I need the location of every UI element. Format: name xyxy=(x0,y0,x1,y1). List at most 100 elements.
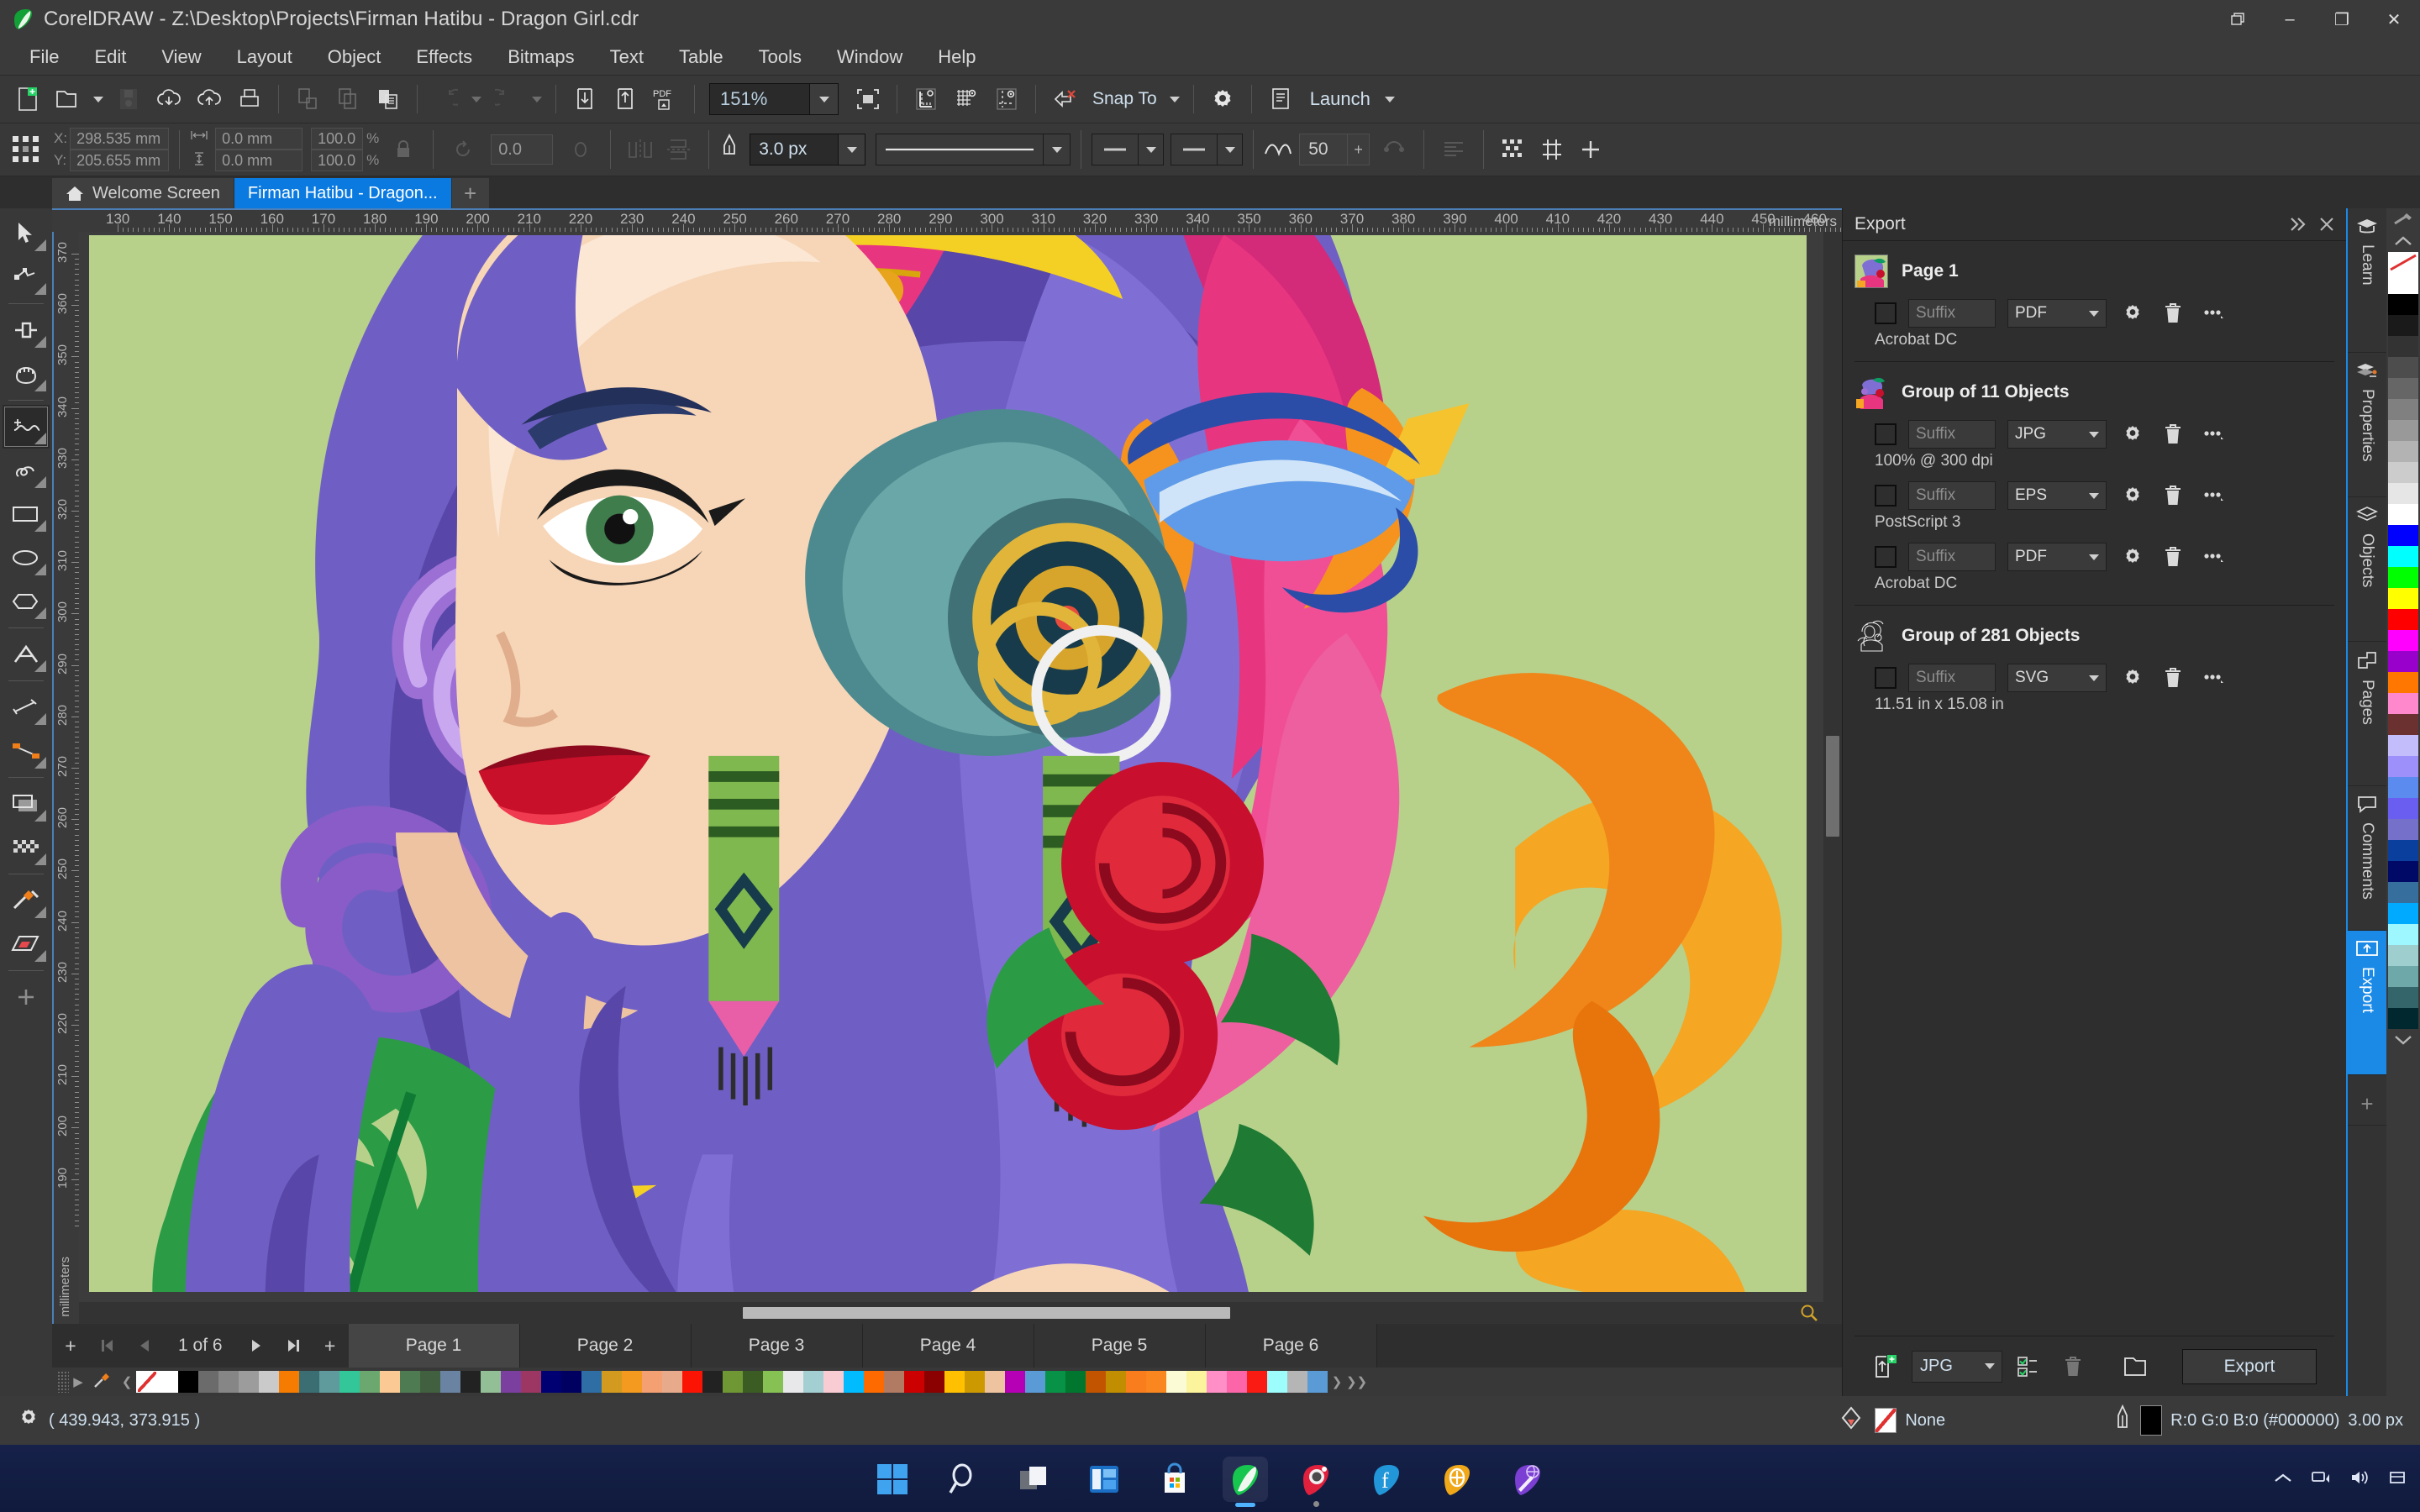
palette-swatch[interactable] xyxy=(501,1371,521,1393)
right-palette-swatch[interactable] xyxy=(2388,735,2418,756)
right-palette-swatch[interactable] xyxy=(2388,357,2418,378)
menu-edit[interactable]: Edit xyxy=(76,43,144,71)
palette-swatch[interactable] xyxy=(339,1371,360,1393)
end-arrowhead-combo[interactable] xyxy=(1171,134,1244,165)
right-palette-swatch[interactable] xyxy=(2388,609,2418,630)
palette-swatch[interactable] xyxy=(1207,1371,1227,1393)
show-grid-icon[interactable] xyxy=(947,80,986,118)
docker-tab-properties[interactable]: Properties xyxy=(2348,353,2386,497)
palette-swatch[interactable] xyxy=(561,1371,581,1393)
page-tab-3[interactable]: Page 3 xyxy=(691,1324,863,1368)
chevron-down-icon[interactable] xyxy=(2082,675,2106,681)
palette-swatch[interactable] xyxy=(521,1371,541,1393)
select-all-checkboxes-icon[interactable] xyxy=(2012,1350,2046,1383)
right-palette-swatch[interactable] xyxy=(2388,966,2418,987)
right-palette-swatch[interactable] xyxy=(2388,1008,2418,1029)
tool-crop[interactable] xyxy=(3,308,50,352)
outline-width-value[interactable]: 3.0 px xyxy=(750,134,839,165)
fill-status[interactable]: None xyxy=(1841,1404,1945,1436)
gear-icon[interactable] xyxy=(2118,299,2147,328)
close-button[interactable]: ✕ xyxy=(2368,0,2420,39)
scale-y-input[interactable]: 100.0 xyxy=(311,150,364,171)
close-docker-icon[interactable] xyxy=(2312,210,2341,239)
palette-swatch[interactable] xyxy=(702,1371,723,1393)
new-document-tab-button[interactable]: + xyxy=(451,178,489,208)
doc-tab-dragon-girl[interactable]: Firman Hatibu - Dragon... xyxy=(234,178,451,208)
export-suffix-input[interactable]: Suffix xyxy=(1908,481,1996,510)
palette-swatch[interactable] xyxy=(1267,1371,1287,1393)
palette-swatch[interactable] xyxy=(844,1371,864,1393)
open-dropdown[interactable] xyxy=(89,80,108,118)
save-disk-icon[interactable] xyxy=(109,80,148,118)
export-format-select[interactable]: PDF xyxy=(2007,299,2107,328)
page-tab-2[interactable]: Page 2 xyxy=(519,1324,692,1368)
palette-swatch[interactable] xyxy=(783,1371,803,1393)
page-tab-6[interactable]: Page 6 xyxy=(1205,1324,1377,1368)
options-gear-icon[interactable] xyxy=(17,1406,40,1435)
palette-swatch[interactable] xyxy=(420,1371,440,1393)
palette-swatch[interactable] xyxy=(1086,1371,1106,1393)
right-palette-swatch[interactable] xyxy=(2388,924,2418,945)
task-view-button[interactable] xyxy=(1011,1457,1056,1502)
show-guides-icon[interactable] xyxy=(987,80,1026,118)
right-palette-swatch[interactable] xyxy=(2388,420,2418,441)
page-tab-5[interactable]: Page 5 xyxy=(1034,1324,1206,1368)
upload-to-cloud-icon[interactable] xyxy=(190,80,229,118)
export-format-select[interactable]: EPS xyxy=(2007,481,2107,510)
folder-icon[interactable] xyxy=(2120,1350,2154,1383)
right-palette-swatch[interactable] xyxy=(2388,945,2418,966)
wrap-offset-value[interactable]: 50 xyxy=(1300,134,1347,165)
export-row-checkbox[interactable] xyxy=(1875,546,1897,568)
palette-swatch[interactable] xyxy=(1005,1371,1025,1393)
export-format-select[interactable]: PDF xyxy=(2007,543,2107,571)
page-tab-4[interactable]: Page 4 xyxy=(862,1324,1034,1368)
dragon-girl-vector-illustration[interactable] xyxy=(89,235,1807,1292)
export-format-select[interactable]: JPG xyxy=(2007,420,2107,449)
palette-swatch[interactable] xyxy=(864,1371,884,1393)
chevron-down-icon[interactable] xyxy=(1978,1363,2002,1369)
download-from-cloud-icon[interactable] xyxy=(150,80,188,118)
export-suffix-input[interactable]: Suffix xyxy=(1908,299,1996,328)
launch-dropdown[interactable] xyxy=(1381,80,1399,118)
menu-view[interactable]: View xyxy=(144,43,218,71)
trash-icon[interactable] xyxy=(2159,481,2187,510)
palette-swatch[interactable] xyxy=(1227,1371,1247,1393)
gear-icon[interactable] xyxy=(2118,543,2147,571)
photo-paint-app[interactable] xyxy=(1293,1457,1339,1507)
export-row-checkbox[interactable] xyxy=(1875,302,1897,324)
launch-icon[interactable] xyxy=(1261,80,1300,118)
clear-transformations-icon[interactable] xyxy=(1045,80,1084,118)
y-position-input[interactable]: 205.655 mm xyxy=(70,150,170,171)
restore-down-button[interactable] xyxy=(2212,0,2264,39)
trash-icon[interactable] xyxy=(2159,299,2187,328)
docker-tab-objects[interactable]: Objects xyxy=(2348,497,2386,642)
import-icon[interactable] xyxy=(566,80,604,118)
palette-swatch[interactable] xyxy=(1106,1371,1126,1393)
palette-grip[interactable] xyxy=(57,1371,69,1393)
tool-rectangle[interactable] xyxy=(3,492,50,536)
export-suffix-input[interactable]: Suffix xyxy=(1908,420,1996,449)
wrap-offset-stepper[interactable]: + xyxy=(1347,134,1369,165)
start-arrowhead-dropdown[interactable] xyxy=(1138,134,1164,165)
start-button[interactable] xyxy=(870,1457,915,1502)
palette-swatch[interactable] xyxy=(158,1371,178,1393)
export-icon[interactable] xyxy=(606,80,644,118)
right-palette-swatch[interactable] xyxy=(2388,525,2418,546)
right-palette-swatch[interactable] xyxy=(2388,378,2418,399)
docker-tab-pages[interactable]: Pages xyxy=(2348,642,2386,786)
right-palette-swatch[interactable] xyxy=(2388,861,2418,882)
palette-swatch[interactable] xyxy=(1307,1371,1328,1393)
maximize-button[interactable]: ❐ xyxy=(2316,0,2368,39)
outline-width-combo[interactable]: 3.0 px xyxy=(750,134,866,165)
object-height-input[interactable]: 0.0 mm xyxy=(215,150,303,171)
footer-trash-icon[interactable] xyxy=(2056,1350,2090,1383)
end-arrowhead-icon[interactable] xyxy=(1171,134,1218,165)
palette-swatch[interactable] xyxy=(622,1371,642,1393)
volume-icon[interactable] xyxy=(2349,1469,2370,1490)
right-palette-swatch[interactable] xyxy=(2388,399,2418,420)
undo-dropdown[interactable] xyxy=(467,80,486,118)
palette-swatch[interactable] xyxy=(178,1371,198,1393)
export-suffix-input[interactable]: Suffix xyxy=(1908,664,1996,692)
right-palette-swatch[interactable] xyxy=(2388,546,2418,567)
tool-pick[interactable] xyxy=(3,212,50,255)
